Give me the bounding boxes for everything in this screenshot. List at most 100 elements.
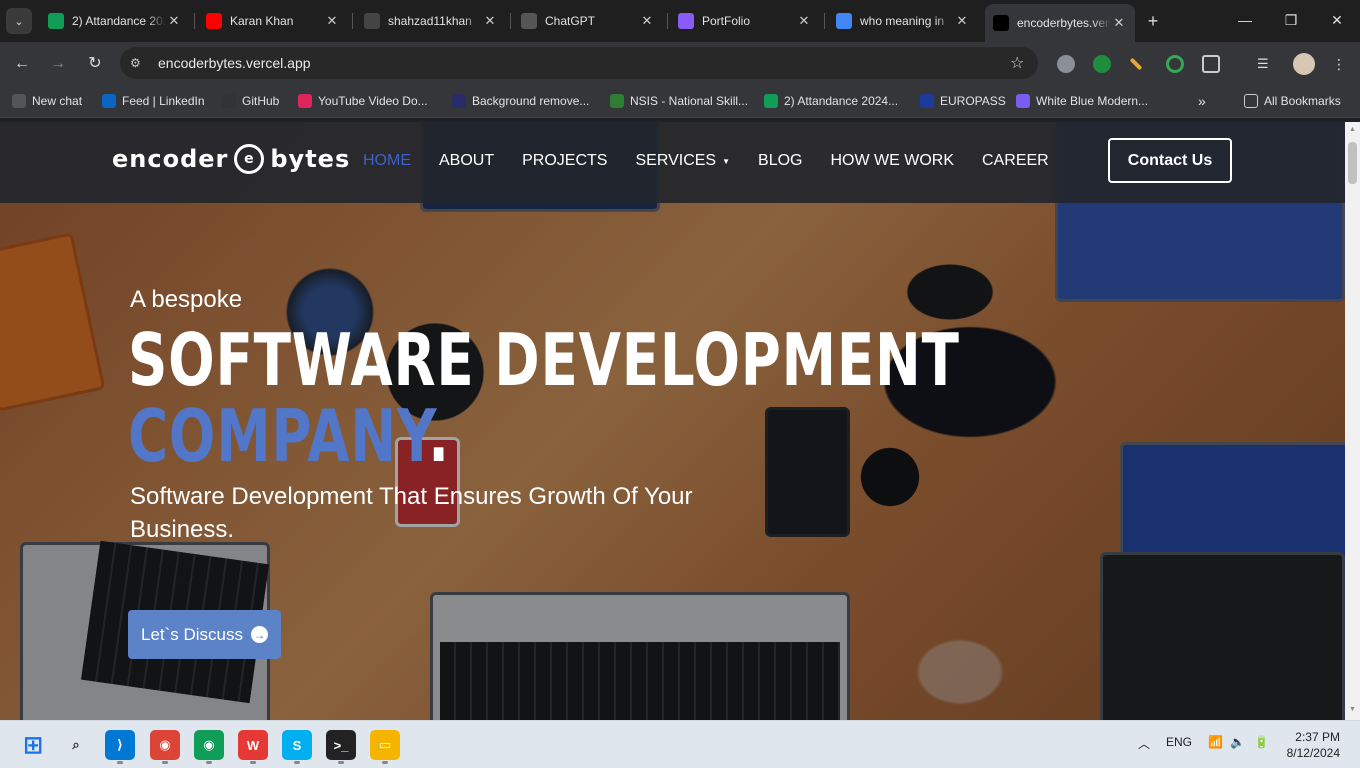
bookmark-favicon-icon [452, 94, 466, 108]
bookmark-label: EUROPASS [940, 94, 1006, 108]
tab[interactable]: shahzad11khan ✕ [356, 6, 506, 36]
contact-us-button[interactable]: Contact Us [1108, 138, 1232, 183]
site-info-icon[interactable]: ⚙ [130, 56, 154, 70]
page-scrollbar[interactable]: ▲ ▼ [1345, 122, 1360, 720]
bookmark-item[interactable]: White Blue Modern... [1016, 92, 1148, 110]
skype-icon[interactable]: S [282, 730, 312, 760]
close-tab-icon[interactable]: ✕ [639, 13, 655, 29]
bookmark-star-icon[interactable]: ☆ [1010, 53, 1038, 73]
extension-adblock-icon[interactable] [1093, 55, 1111, 73]
terminal-icon[interactable]: >_ [326, 730, 356, 760]
bookmark-item[interactable]: Feed | LinkedIn [102, 92, 205, 110]
bookmarks-bar: New chat Feed | LinkedIn GitHub YouTube Vid… [0, 84, 1360, 118]
omnibox[interactable]: ⚙ encoderbytes.vercel.app ☆ [120, 47, 1038, 79]
tab[interactable]: 2) Attandance 2024 ✕ [40, 6, 190, 36]
minimize-button[interactable]: — [1222, 0, 1268, 40]
hero-headline-accent: COMPANY. [128, 398, 450, 474]
bookmark-item[interactable]: 2) Attandance 2024... [764, 92, 898, 110]
more-menu-icon[interactable]: ⋮ [1332, 55, 1350, 73]
bookmark-item[interactable]: GitHub [222, 92, 279, 110]
scrollbar-thumb[interactable] [1348, 142, 1357, 184]
bookmark-item[interactable]: New chat [12, 92, 82, 110]
bookmark-favicon-icon [1016, 94, 1030, 108]
youtube-icon [206, 13, 222, 29]
nav-link-blog[interactable]: BLOG [758, 152, 802, 170]
chrome-icon[interactable]: ◉ [194, 730, 224, 760]
vercel-icon [993, 15, 1009, 31]
close-window-button[interactable]: ✕ [1314, 0, 1360, 40]
bookmark-label: Feed | LinkedIn [122, 94, 205, 108]
all-bookmarks-button[interactable]: All Bookmarks [1244, 92, 1341, 110]
tab-separator [667, 13, 668, 29]
extensions-puzzle-icon[interactable] [1202, 55, 1220, 73]
tab-search-button[interactable]: ⌄ [6, 8, 32, 34]
volume-icon[interactable]: 🔈 [1230, 735, 1245, 749]
chrome-icon[interactable]: ◉ [150, 730, 180, 760]
nav-link-services[interactable]: SERVICES ▼ [635, 152, 730, 170]
restore-button[interactable]: ❐ [1268, 0, 1314, 40]
nav-link-projects[interactable]: PROJECTS [522, 152, 607, 170]
tab-title: shahzad11khan [388, 14, 472, 28]
tab[interactable]: ChatGPT ✕ [513, 6, 663, 36]
scroll-up-icon[interactable]: ▲ [1349, 126, 1356, 133]
bookmark-favicon-icon [764, 94, 778, 108]
hero-headline-company: COMPANY [128, 394, 429, 478]
forward-button[interactable]: → [46, 52, 70, 76]
nav-label: HOW WE WORK [830, 152, 955, 169]
nav-label: ABOUT [439, 152, 495, 169]
vscode-icon[interactable]: ⟩ [105, 730, 135, 760]
close-tab-icon[interactable]: ✕ [166, 13, 182, 29]
close-tab-icon[interactable]: ✕ [796, 13, 812, 29]
wifi-icon[interactable]: 📶 [1208, 735, 1223, 749]
bookmark-item[interactable]: EUROPASS [920, 92, 1006, 110]
bookmark-favicon-icon [102, 94, 116, 108]
bookmark-label: NSIS - National Skill... [630, 94, 749, 108]
extension-grammarly-icon[interactable] [1166, 55, 1184, 73]
new-tab-button[interactable]: + [1142, 10, 1164, 32]
tab[interactable]: who meaning in ✕ [828, 6, 978, 36]
system-clock[interactable]: 2:37 PM 8/12/2024 [1282, 729, 1340, 761]
running-indicator [382, 761, 388, 764]
running-indicator [117, 761, 123, 764]
bookmark-label: 2) Attandance 2024... [784, 94, 899, 108]
scroll-down-icon[interactable]: ▼ [1349, 706, 1356, 713]
logo-text-right: bytes [270, 145, 351, 173]
tab[interactable]: Karan Khan ✕ [198, 6, 348, 36]
bookmark-item[interactable]: Background remove... [452, 92, 589, 110]
bookmark-item[interactable]: NSIS - National Skill... [610, 92, 748, 110]
logo-text-left: encoder [112, 145, 229, 173]
bookmark-favicon-icon [12, 94, 26, 108]
close-tab-icon[interactable]: ✕ [1111, 15, 1127, 31]
nav-link-home[interactable]: HOME [363, 152, 411, 170]
extension-pen-icon[interactable] [1129, 57, 1143, 71]
tab-separator [194, 13, 195, 29]
close-tab-icon[interactable]: ✕ [324, 13, 340, 29]
extension-shield-icon[interactable] [1057, 55, 1075, 73]
profile-avatar[interactable] [1293, 53, 1315, 75]
nav-link-about[interactable]: ABOUT [439, 152, 494, 170]
lets-discuss-button[interactable]: Let`s Discuss → [128, 610, 281, 659]
wps-icon[interactable]: W [238, 730, 268, 760]
search-icon[interactable]: ⌕ [61, 730, 91, 760]
nav-link-career[interactable]: CAREER [982, 152, 1049, 170]
url-text[interactable]: encoderbytes.vercel.app [158, 55, 1010, 71]
tab[interactable]: PortFolio ✕ [670, 6, 820, 36]
bookmark-item[interactable]: YouTube Video Do... [298, 92, 428, 110]
bookmarks-overflow-button[interactable]: » [1198, 92, 1206, 110]
tab[interactable]: encoderbytes.vercel.app✕ [985, 4, 1135, 42]
all-bookmarks-label: All Bookmarks [1264, 94, 1341, 108]
close-tab-icon[interactable]: ✕ [954, 13, 970, 29]
reading-list-icon[interactable]: ☰ [1257, 55, 1275, 73]
tray-overflow-icon[interactable]: ︿ [1138, 735, 1150, 752]
toolbar: ← → ↻ ⚙ encoderbytes.vercel.app ☆ ☰ ⋮ [0, 42, 1360, 84]
reload-button[interactable]: ↻ [83, 52, 107, 76]
battery-icon[interactable]: 🔋 [1254, 735, 1269, 749]
windows-start-icon[interactable]: ⊞ [18, 730, 48, 760]
site-logo[interactable]: encoder e bytes [112, 144, 350, 174]
close-tab-icon[interactable]: ✕ [482, 13, 498, 29]
bookmark-favicon-icon [610, 94, 624, 108]
language-indicator[interactable]: ENG [1166, 735, 1192, 749]
nav-link-how-we-work[interactable]: HOW WE WORK [830, 152, 954, 170]
back-button[interactable]: ← [10, 52, 34, 76]
file-explorer-icon[interactable]: ▭ [370, 730, 400, 760]
